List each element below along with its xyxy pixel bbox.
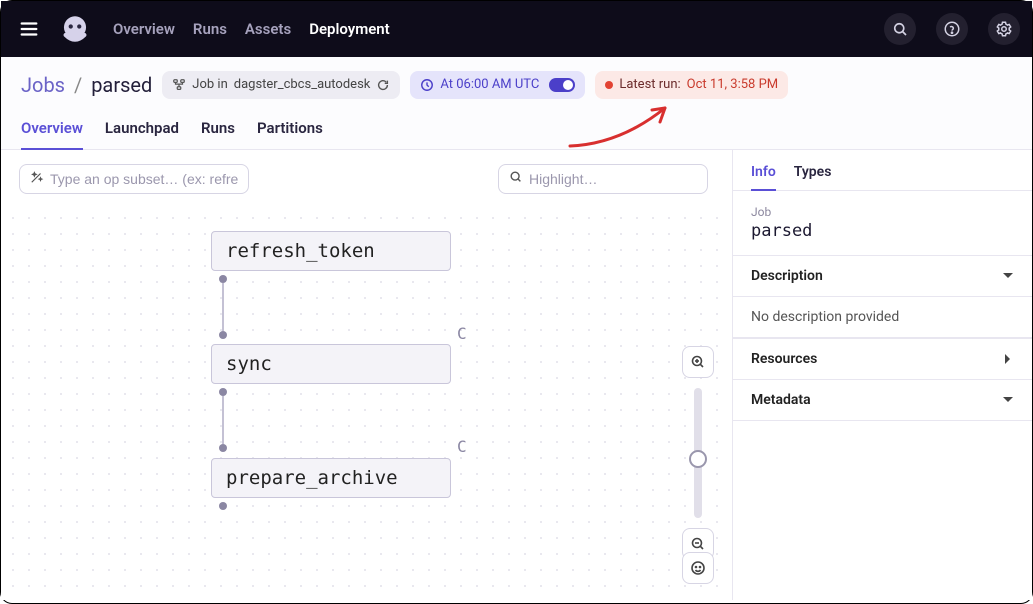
chevron-down-icon <box>1002 394 1014 406</box>
metadata-heading: Metadata <box>751 392 811 408</box>
metadata-header[interactable]: Metadata <box>733 379 1032 421</box>
op-port[interactable] <box>219 502 227 510</box>
main-content: refresh_token C sync C prepare_archive <box>1 150 1032 600</box>
zoom-in-button[interactable] <box>682 346 714 378</box>
panel-tab-types[interactable]: Types <box>794 164 832 190</box>
zoom-slider-thumb[interactable] <box>689 450 707 468</box>
tab-partitions[interactable]: Partitions <box>257 119 323 149</box>
config-indicator: C <box>457 437 467 456</box>
latest-run-timestamp: Oct 11, 3:58 PM <box>687 76 778 94</box>
nav-runs[interactable]: Runs <box>193 20 227 38</box>
canvas-column: refresh_token C sync C prepare_archive <box>1 150 732 600</box>
op-port[interactable] <box>219 275 227 283</box>
breadcrumb-sep: / <box>74 73 82 97</box>
clock-icon <box>420 78 434 92</box>
help-icon[interactable] <box>936 13 968 45</box>
code-location-badge[interactable]: Job in dagster_cbcs_autodesk <box>162 71 400 99</box>
breadcrumb-root[interactable]: Jobs <box>21 73 65 97</box>
latest-run-label: Latest run: <box>619 76 680 94</box>
job-label: Job <box>751 205 1014 219</box>
highlight-input-container[interactable] <box>498 164 708 194</box>
config-indicator: C <box>457 324 467 343</box>
op-subset-input-container[interactable] <box>19 164 249 194</box>
zoom-control <box>682 346 714 560</box>
recenter-button[interactable] <box>682 552 714 584</box>
search-icon <box>509 170 523 188</box>
schedule-text: At 06:00 AM UTC <box>440 76 539 94</box>
canvas-toolbar <box>1 150 732 208</box>
location-prefix: Job in <box>192 76 227 94</box>
op-edge <box>222 283 224 331</box>
nav-links: Overview Runs Assets Deployment <box>113 20 390 38</box>
side-panel: Info Types Job parsed Description No des… <box>732 150 1032 600</box>
op-node-refresh-token[interactable]: refresh_token <box>211 231 451 271</box>
description-body: No description provided <box>733 296 1032 338</box>
chevron-right-icon <box>1002 353 1014 365</box>
graph-canvas[interactable]: refresh_token C sync C prepare_archive <box>1 206 732 600</box>
breadcrumb-current: parsed <box>91 73 152 97</box>
latest-run-badge[interactable]: Latest run: Oct 11, 3:58 PM <box>595 71 788 99</box>
location-name: dagster_cbcs_autodesk <box>234 76 371 94</box>
menu-icon[interactable] <box>13 13 45 45</box>
schedule-badge[interactable]: At 06:00 AM UTC <box>410 71 585 99</box>
status-dot-icon <box>605 81 613 89</box>
page-tabs: Overview Launchpad Runs Partitions <box>1 107 1032 150</box>
job-name: parsed <box>751 221 1014 241</box>
description-header[interactable]: Description <box>733 255 1032 296</box>
tab-launchpad[interactable]: Launchpad <box>105 119 179 149</box>
tree-icon <box>172 78 186 92</box>
chevron-down-icon <box>1002 270 1014 282</box>
resources-heading: Resources <box>751 351 817 367</box>
op-port[interactable] <box>219 388 227 396</box>
tab-runs[interactable]: Runs <box>201 119 235 149</box>
panel-tabs: Info Types <box>733 150 1032 191</box>
nav-assets[interactable]: Assets <box>245 20 291 38</box>
highlight-input[interactable] <box>529 171 697 187</box>
zoom-slider[interactable] <box>694 388 702 518</box>
schedule-toggle[interactable] <box>549 78 575 92</box>
job-block: Job parsed <box>733 191 1032 255</box>
resources-header[interactable]: Resources <box>733 338 1032 379</box>
wand-icon <box>30 170 44 188</box>
description-heading: Description <box>751 268 823 284</box>
op-port[interactable] <box>219 444 227 452</box>
settings-icon[interactable] <box>988 13 1020 45</box>
nav-deployment[interactable]: Deployment <box>309 20 390 38</box>
search-icon[interactable] <box>884 13 916 45</box>
subheader: Jobs / parsed Job in dagster_cbcs_autode… <box>1 57 1032 107</box>
op-port[interactable] <box>219 331 227 339</box>
op-node-prepare-archive[interactable]: prepare_archive <box>211 458 451 498</box>
app-logo <box>57 11 93 47</box>
op-edge <box>222 396 224 444</box>
nav-overview[interactable]: Overview <box>113 20 175 38</box>
op-node-sync[interactable]: sync <box>211 344 451 384</box>
refresh-icon[interactable] <box>376 78 390 92</box>
op-subset-input[interactable] <box>50 171 238 187</box>
top-nav: Overview Runs Assets Deployment <box>1 1 1032 57</box>
panel-tab-info[interactable]: Info <box>751 164 776 190</box>
breadcrumb: Jobs / parsed <box>21 73 152 97</box>
tab-overview[interactable]: Overview <box>21 119 83 149</box>
